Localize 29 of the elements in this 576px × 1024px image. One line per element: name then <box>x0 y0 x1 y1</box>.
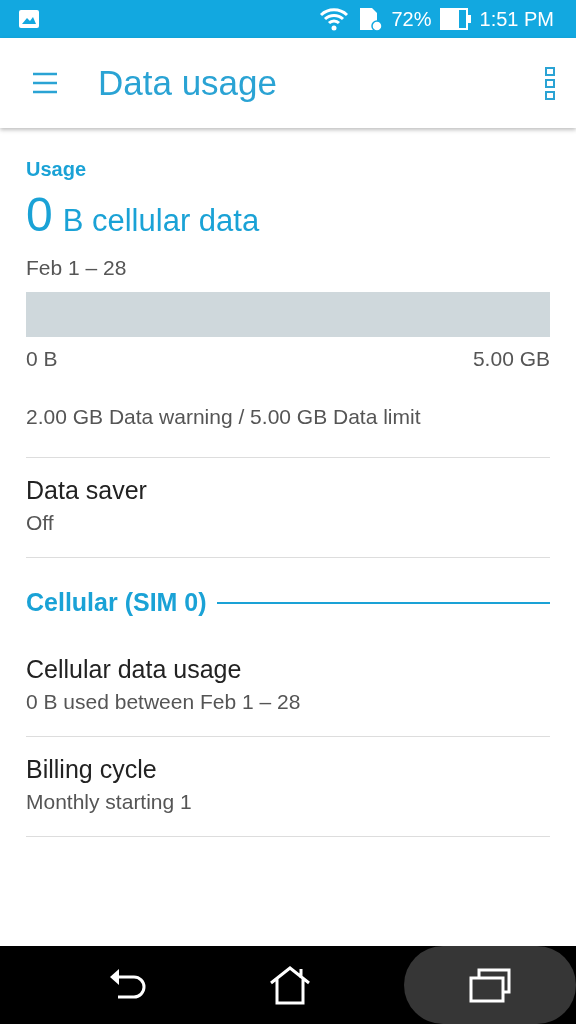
settings-item[interactable]: Data saver Off <box>26 458 550 557</box>
bar-max-label: 5.00 GB <box>472 347 550 371</box>
menu-button[interactable] <box>32 72 58 94</box>
clock: 1:51 PM <box>479 7 554 31</box>
item-title: Billing cycle <box>26 755 158 784</box>
section-header: Cellular (SIM 0) <box>26 588 207 617</box>
more-options-button[interactable] <box>544 66 556 100</box>
wifi-icon <box>319 7 350 31</box>
settings-item[interactable]: Cellular data usage 0 B used between Feb 1 – 28 <box>26 637 550 736</box>
image-icon <box>18 9 40 29</box>
usage-amount: 0 <box>26 187 53 242</box>
battery-percent: 72% <box>391 7 432 31</box>
item-title: Cellular data usage <box>26 655 243 684</box>
usage-summary: 2.00 GB Data warning / 5.00 GB Data limit <box>26 405 422 429</box>
battery-icon <box>439 8 472 30</box>
item-title: Data saver <box>26 476 148 505</box>
usage-period: Feb 1 – 28 <box>26 256 128 280</box>
item-summary: 0 B used between Feb 1 – 28 <box>26 690 302 714</box>
bar-min-label: 0 B <box>26 347 58 371</box>
item-summary: Off <box>26 511 55 535</box>
recents-button[interactable] <box>404 946 576 1024</box>
home-icon <box>269 965 311 1005</box>
item-summary: Monthly starting 1 <box>26 790 193 814</box>
sd-card-icon <box>357 6 384 32</box>
usage-unit: B cellular data <box>62 203 260 239</box>
settings-item[interactable]: Billing cycle Monthly starting 1 <box>26 737 550 836</box>
recents-icon <box>469 967 511 1003</box>
section-header: Usage <box>26 158 88 181</box>
page-title: Data usage <box>98 63 279 103</box>
